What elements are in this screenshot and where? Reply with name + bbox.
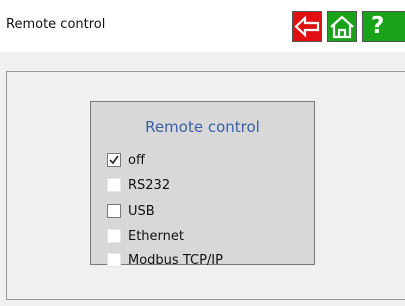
help-label: ? bbox=[371, 13, 385, 39]
option-modbus-tcp-ip[interactable]: Modbus TCP/IP bbox=[107, 251, 223, 269]
panel-title: Remote control bbox=[145, 118, 260, 136]
option-label-off: off bbox=[128, 152, 145, 168]
option-label-rs232: RS232 bbox=[128, 177, 171, 193]
home-button[interactable] bbox=[327, 11, 357, 42]
window-title: Remote control bbox=[6, 17, 106, 32]
option-usb[interactable]: USB bbox=[107, 202, 155, 220]
option-label-ethernet: Ethernet bbox=[128, 228, 184, 244]
home-icon bbox=[330, 15, 354, 39]
checkmark-icon bbox=[109, 155, 119, 165]
checkbox-rs232[interactable] bbox=[107, 178, 121, 192]
toolbar-strip bbox=[0, 52, 405, 71]
remote-control-panel: Remote control off RS232 USB Ethernet Mo… bbox=[90, 101, 315, 268]
checkbox-ethernet[interactable] bbox=[107, 229, 121, 243]
back-button[interactable] bbox=[292, 11, 322, 42]
option-off[interactable]: off bbox=[107, 151, 145, 169]
option-label-usb: USB bbox=[128, 203, 155, 219]
option-ethernet[interactable]: Ethernet bbox=[107, 227, 184, 245]
help-button[interactable]: ? bbox=[362, 11, 405, 42]
arrow-left-icon bbox=[294, 15, 320, 38]
title-bar: Remote control ? bbox=[0, 0, 405, 49]
option-label-modbus-tcp-ip: Modbus TCP/IP bbox=[128, 252, 223, 268]
checkbox-modbus-tcp-ip[interactable] bbox=[107, 253, 121, 267]
option-rs232[interactable]: RS232 bbox=[107, 176, 170, 194]
checkbox-off[interactable] bbox=[107, 153, 121, 167]
checkbox-usb[interactable] bbox=[107, 204, 121, 218]
